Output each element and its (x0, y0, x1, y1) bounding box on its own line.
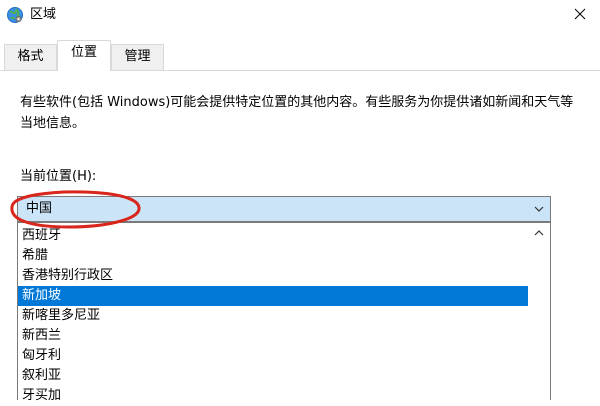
list-item[interactable]: 新喀里多尼亚 (18, 306, 528, 326)
scroll-up-icon[interactable] (533, 228, 545, 238)
tab-location-label: 位置 (70, 45, 97, 60)
globe-icon (6, 6, 24, 24)
tab-format-label: 格式 (17, 49, 44, 64)
list-item[interactable]: 西班牙 (18, 226, 528, 246)
combobox-value: 中国 (26, 201, 53, 216)
location-dropdown-list[interactable]: 西班牙 希腊 香港特别行政区 新加坡 新喀里多尼亚 新西兰 匈牙利 叙利亚 牙买加 (17, 222, 551, 403)
list-item[interactable]: 香港特别行政区 (18, 266, 528, 286)
list-item[interactable]: 牙买加 (18, 386, 528, 406)
list-item[interactable]: 匈牙利 (18, 346, 528, 366)
tab-admin-label: 管理 (124, 49, 151, 64)
list-item[interactable]: 希腊 (18, 246, 528, 266)
close-button[interactable] (560, 0, 600, 28)
tab-admin[interactable]: 管理 (111, 44, 164, 70)
current-location-label: 当前位置(H): (20, 169, 97, 184)
window-title: 区域 (30, 7, 57, 22)
location-description: 有些软件(包括 Windows)可能会提供特定位置的其他内容。有些服务为你提供诸… (20, 95, 574, 131)
tab-location[interactable]: 位置 (57, 40, 111, 71)
current-location-combobox[interactable]: 中国 (17, 196, 551, 222)
title-bar: 区域 (0, 0, 600, 30)
list-item[interactable]: 新西兰 (18, 326, 528, 346)
close-icon (574, 8, 586, 20)
tab-format[interactable]: 格式 (4, 44, 57, 70)
dropdown-scrollbar[interactable] (528, 223, 550, 401)
list-item[interactable]: 新加坡 (18, 286, 528, 306)
list-item[interactable]: 叙利亚 (18, 366, 528, 386)
location-list: 西班牙 希腊 香港特别行政区 新加坡 新喀里多尼亚 新西兰 匈牙利 叙利亚 牙买加 (18, 226, 528, 406)
chevron-down-icon[interactable] (534, 204, 544, 214)
